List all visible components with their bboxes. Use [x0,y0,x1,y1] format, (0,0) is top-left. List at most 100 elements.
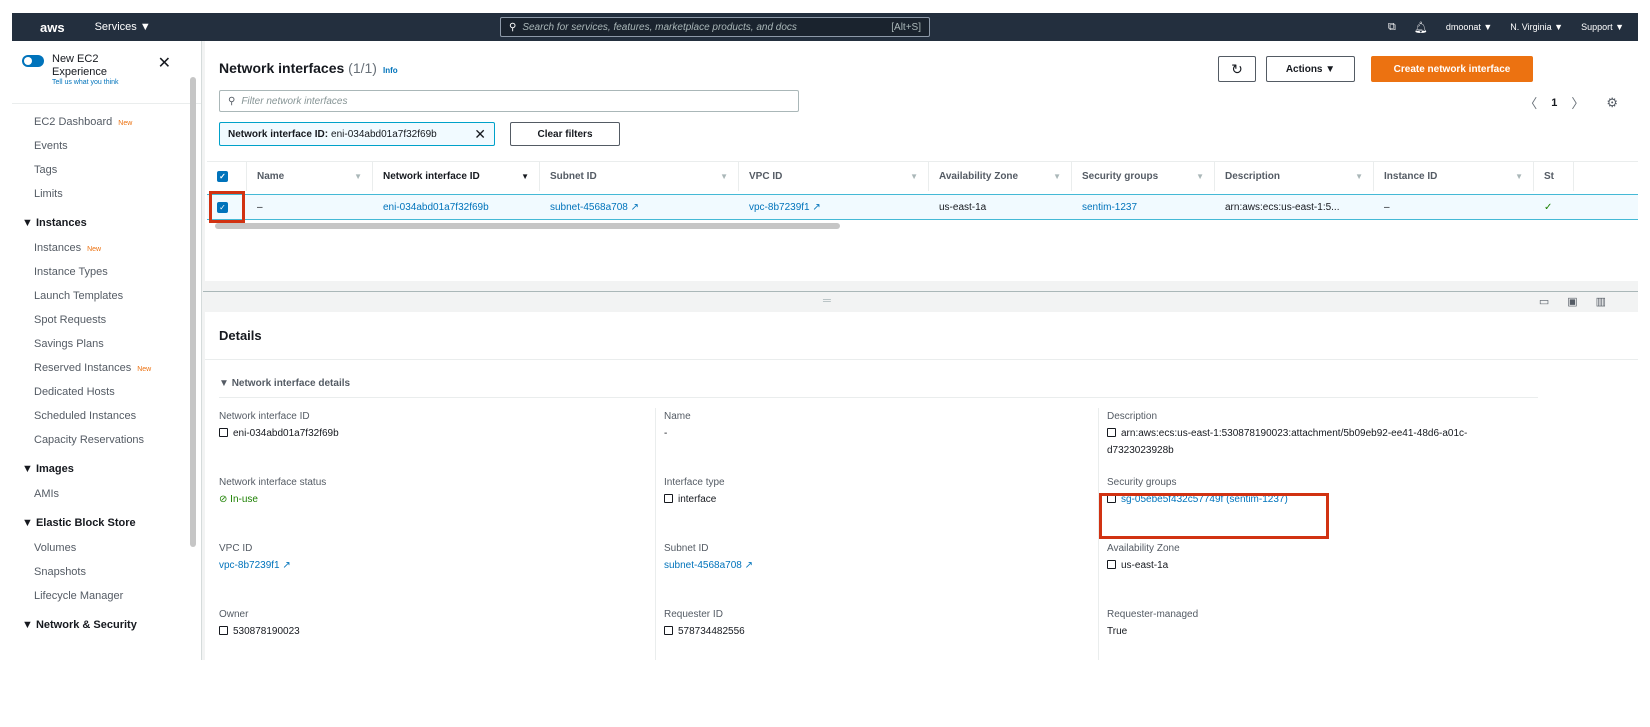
sidebar-section[interactable]: ▼ Images [12,452,201,482]
column-header[interactable]: VPC ID ▼ [739,162,929,191]
sidebar-item-label: Capacity Reservations [34,434,145,446]
sidebar-item-label: Dedicated Hosts [34,386,115,398]
sort-icon[interactable]: ▼ [910,172,918,181]
global-search[interactable]: ⚲ Search for services, features, marketpl… [500,17,930,37]
sidebar-item[interactable]: Spot Requests [12,308,201,332]
column-label: Network interface ID [383,171,480,182]
table-header: ✓ Name ▼ Network interface ID ▼ Subnet ID ▼ VPC… [207,161,1638,191]
gear-icon[interactable]: ⚙ [1606,95,1618,111]
column-header[interactable]: Instance ID ▼ [1374,162,1534,191]
services-menu[interactable]: Services ▼ [95,21,151,33]
prev-page-icon[interactable]: 〈 [1524,93,1537,112]
sidebar-item-label: Reserved Instances [34,362,132,374]
network-interfaces-panel: Network interfaces (1/1) Info ↻ Actions ▼… [205,41,1638,281]
section-title: Instances [35,217,87,229]
sort-icon[interactable]: ▼ [1355,172,1363,181]
copy-icon[interactable] [219,428,228,437]
filter-input[interactable]: ⚲ Filter network interfaces [219,90,799,112]
feedback-link[interactable]: Tell us what you think [52,79,122,86]
sidebar-section[interactable]: ▼ Elastic Block Store [12,506,201,536]
sidebar-item[interactable]: AMIs [12,482,201,506]
sidebar-item[interactable]: Events [12,134,201,158]
actions-button[interactable]: Actions ▼ [1266,56,1355,82]
sidebar-item[interactable]: Lifecycle Manager [12,584,201,608]
table-scrollbar[interactable] [215,223,840,229]
sidebar-item[interactable]: Scheduled Instances [12,404,201,428]
sidebar-item[interactable]: Dedicated Hosts [12,380,201,404]
sidebar-item[interactable]: Limits [12,182,201,206]
column-header[interactable]: Availability Zone ▼ [929,162,1072,191]
column-header[interactable]: Security groups ▼ [1072,162,1215,191]
sort-icon[interactable]: ▼ [1196,172,1204,181]
clear-filters-button[interactable]: Clear filters [510,122,620,146]
sidebar-item[interactable]: Instance Types [12,260,201,284]
sidebar-item-label: Instance Types [34,266,108,278]
column-header[interactable]: Description ▼ [1215,162,1374,191]
subnet-link[interactable]: subnet-4568a708 [550,202,628,213]
close-icon[interactable]: ✕ [158,53,171,73]
field-label: Interface type [664,477,725,488]
cloudshell-icon[interactable]: ⧉ [1388,21,1396,34]
field-value[interactable]: vpc-8b7239f1 [219,560,280,571]
split-handle[interactable]: ═ ▭▣▥ [203,291,1638,311]
sidebar-item[interactable]: Snapshots [12,560,201,584]
panel-layout-icons[interactable]: ▭▣▥ [1539,295,1624,308]
details-title: Details [205,312,1638,360]
cell-vpc[interactable]: vpc-8b7239f1 ↗ [739,195,929,219]
sidebar-section[interactable]: ▼ Network & Security [12,608,201,638]
page-number[interactable]: 1 [1551,97,1557,109]
sidebar-item[interactable]: Volumes [12,536,201,560]
sidebar-section[interactable]: ▼ Instances [12,206,201,236]
create-network-interface-button[interactable]: Create network interface [1371,56,1533,82]
sidebar-item[interactable]: Launch Templates [12,284,201,308]
sidebar-item-label: Snapshots [34,566,86,578]
column-header[interactable]: Subnet ID ▼ [540,162,739,191]
bell-icon[interactable]: 🔔︎ [1414,21,1428,34]
copy-icon[interactable] [1107,428,1116,437]
field-value: - [664,428,668,439]
user-menu[interactable]: dmoonat ▼ [1446,22,1492,32]
copy-icon[interactable] [1107,560,1116,569]
select-all-checkbox[interactable]: ✓ [217,171,228,182]
info-link[interactable]: Info [383,66,398,75]
cell-security-groups[interactable]: sentim-1237 [1072,195,1215,219]
new-experience-toggle[interactable] [22,55,44,67]
column-header[interactable]: St [1534,162,1574,191]
sort-icon[interactable]: ▼ [1053,172,1061,181]
sidebar-item[interactable]: Savings Plans [12,332,201,356]
aws-logo[interactable]: aws [40,20,65,35]
sidebar-item[interactable]: EC2 Dashboard New [12,110,201,134]
refresh-button[interactable]: ↻ [1218,56,1256,82]
field-value: In-use [230,494,258,505]
external-link-icon: ↗ [630,201,640,213]
sidebar-item[interactable]: Capacity Reservations [12,428,201,452]
sidebar-item[interactable]: Instances New [12,236,201,260]
sidebar-item[interactable]: Reserved Instances New [12,356,201,380]
sort-icon[interactable]: ▼ [521,172,529,181]
table-row[interactable]: ✓ – eni-034abd01a7f32f69b subnet-4568a70… [207,194,1638,220]
sidebar-scrollbar[interactable] [190,77,196,547]
remove-filter-icon[interactable]: ✕ [474,126,486,143]
filter-placeholder: Filter network interfaces [241,95,348,107]
copy-icon[interactable] [664,626,673,635]
sort-icon[interactable]: ▼ [1515,172,1523,181]
region-menu[interactable]: N. Virginia ▼ [1510,22,1563,32]
cell-subnet[interactable]: subnet-4568a708 ↗ [540,195,739,219]
cell-eni[interactable]: eni-034abd01a7f32f69b [373,195,540,219]
column-header[interactable]: Network interface ID ▼ [373,162,540,191]
copy-icon[interactable] [219,626,228,635]
copy-icon[interactable] [664,494,673,503]
caret-down-icon: ▼ [22,463,33,475]
vpc-link[interactable]: vpc-8b7239f1 [749,202,810,213]
column-header[interactable]: Name ▼ [247,162,373,191]
drag-handle-icon[interactable]: ═ [823,295,831,307]
sort-icon[interactable]: ▼ [354,172,362,181]
support-menu[interactable]: Support ▼ [1581,22,1624,32]
sort-icon[interactable]: ▼ [720,172,728,181]
detail-field: Requester-managed True [1107,606,1528,658]
details-section-toggle[interactable]: ▼ Network interface details [219,378,1538,398]
next-page-icon[interactable]: 〉 [1571,93,1584,112]
sidebar-item[interactable]: Tags [12,158,201,182]
detail-field: Interface type interface [664,474,1085,526]
field-value[interactable]: subnet-4568a708 [664,560,742,571]
